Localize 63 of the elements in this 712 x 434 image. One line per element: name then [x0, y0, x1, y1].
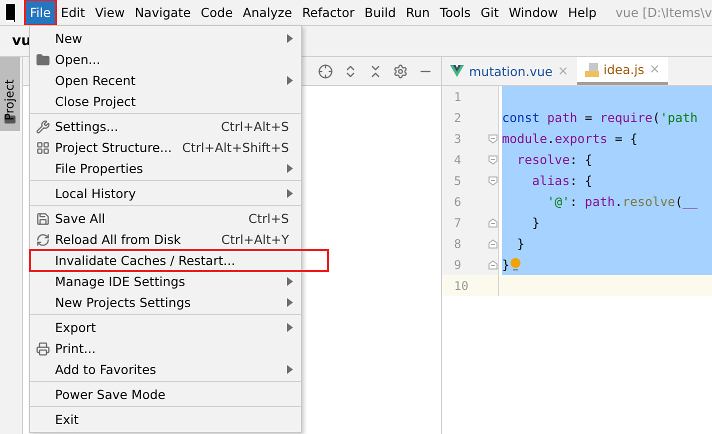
fold-icon[interactable]	[488, 260, 498, 270]
menu-entry[interactable]: Save All Ctrl+S	[30, 208, 301, 229]
menu-entry[interactable]: Add to Favorites	[30, 359, 301, 380]
menu-entry[interactable]: Local History	[30, 183, 301, 204]
menu-item[interactable]: Window	[504, 0, 564, 25]
vue-file-icon	[450, 65, 464, 77]
line-number: 3	[454, 132, 462, 146]
fold-icon[interactable]	[488, 134, 498, 144]
line-number: 2	[454, 110, 462, 124]
menu-item[interactable]: Build	[360, 0, 401, 25]
settings-icon[interactable]	[393, 64, 408, 78]
menu-entry[interactable]: Open Recent	[30, 70, 301, 91]
menu-item[interactable]: Run	[400, 0, 435, 25]
line-number: 1	[454, 90, 462, 104]
editor-tab[interactable]: idea.js ×	[576, 57, 668, 85]
printer-icon	[36, 342, 50, 356]
locate-icon[interactable]	[318, 64, 333, 78]
menu-item[interactable]: File	[24, 0, 56, 25]
menu-entry[interactable]: Close Project	[30, 91, 301, 112]
line-number: 9	[454, 258, 462, 272]
menu-item[interactable]: Tools	[434, 0, 476, 25]
fold-icon[interactable]	[488, 154, 498, 164]
menu-entry[interactable]: Exit	[30, 409, 301, 430]
lightbulb-icon[interactable]	[510, 258, 521, 272]
menu-entry[interactable]: Manage IDE Settings	[30, 271, 301, 292]
grid-icon	[36, 140, 50, 154]
menu-entry[interactable]: Export	[30, 317, 301, 338]
menu-item[interactable]: Refactor	[297, 0, 360, 25]
menu-entry[interactable]: File Properties	[30, 158, 301, 179]
project-tool-tab[interactable]: Project	[0, 57, 20, 131]
menu-item[interactable]: Edit	[56, 0, 90, 25]
folder-icon	[36, 52, 50, 66]
menu-entry[interactable]: Power Save Mode	[30, 384, 301, 405]
line-number: 6	[454, 194, 462, 208]
fold-icon[interactable]	[488, 176, 498, 186]
fold-icon[interactable]	[488, 218, 498, 228]
menu-item[interactable]: Navigate	[130, 0, 196, 25]
menu-item[interactable]: Code	[196, 0, 238, 25]
menu-item[interactable]: View	[90, 0, 130, 25]
wrench-icon	[36, 120, 50, 134]
menu-entry[interactable]: New Projects Settings	[30, 292, 301, 313]
window-title: vue [D:\Items\v	[616, 5, 712, 20]
menu-item[interactable]: Analyze	[238, 0, 298, 25]
reload-icon	[36, 232, 50, 246]
menu-entry[interactable]: Settings... Ctrl+Alt+S	[30, 116, 301, 137]
line-number: 4	[454, 152, 462, 166]
menu-entry[interactable]: Invalidate Caches / Restart...	[30, 250, 328, 271]
line-number: 7	[454, 216, 462, 230]
menu-item[interactable]: Help	[563, 0, 602, 25]
save-icon	[36, 212, 50, 226]
line-number: 5	[454, 174, 462, 188]
menu-entry[interactable]: Print...	[30, 338, 301, 359]
editor-tab[interactable]: mutation.vue ×	[442, 57, 576, 85]
app-logo-icon	[6, 4, 15, 22]
menu-item[interactable]: Git	[476, 0, 504, 25]
menu-entry[interactable]: Reload All from Disk Ctrl+Alt+Y	[30, 229, 301, 250]
line-number: 10	[454, 278, 470, 292]
menu-entry[interactable]: Project Structure... Ctrl+Alt+Shift+S	[30, 137, 301, 158]
menu-entry[interactable]: New	[30, 28, 301, 49]
menu-entry[interactable]: Open...	[30, 49, 301, 70]
fold-icon[interactable]	[488, 238, 498, 248]
line-number: 8	[454, 236, 462, 250]
js-file-icon	[584, 62, 598, 76]
